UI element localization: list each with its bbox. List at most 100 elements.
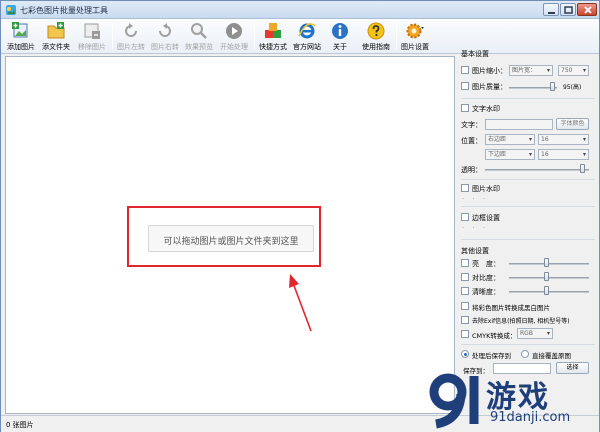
save-after-radio[interactable] bbox=[461, 350, 469, 358]
contrast-checkbox[interactable] bbox=[461, 273, 469, 281]
opacity-slider-track[interactable] bbox=[485, 169, 589, 171]
minimize-button[interactable] bbox=[543, 3, 559, 16]
guide-label: 使用指南 bbox=[362, 43, 390, 51]
text-watermark-checkbox[interactable] bbox=[461, 104, 469, 112]
add-image-label: 添加图片 bbox=[7, 43, 35, 51]
image-watermark-checkbox[interactable] bbox=[461, 184, 469, 192]
add-folder-label: 添文件夹 bbox=[42, 43, 70, 51]
contrast-slider-track[interactable] bbox=[509, 277, 589, 279]
toolbar-separator bbox=[396, 23, 397, 49]
rotate-right-label: 图片右转 bbox=[151, 43, 179, 51]
settings-label: 图片设置 bbox=[401, 43, 429, 51]
quality-checkbox[interactable] bbox=[461, 82, 469, 90]
scale-mode-select[interactable]: 图片宽： bbox=[509, 65, 553, 76]
brightness-slider-thumb[interactable] bbox=[544, 258, 549, 267]
scale-checkbox[interactable] bbox=[461, 66, 469, 74]
image-watermark-collapsed[interactable]: · · · bbox=[462, 195, 488, 203]
shortcut-icon bbox=[265, 23, 281, 38]
position-label: 位置： bbox=[461, 137, 482, 145]
scale-value-spinner[interactable]: 750 bbox=[558, 65, 589, 76]
section-divider bbox=[461, 179, 595, 180]
cmyk-label: CMYK转换成： bbox=[472, 332, 517, 340]
app-window: 七彩色图片批量处理工具 添加图片 添文件夹 移除图片 图片左转 图片右转 效果预… bbox=[0, 0, 600, 432]
remove-image-label: 移除图片 bbox=[78, 43, 106, 51]
text-label: 文字： bbox=[461, 121, 482, 129]
site-url-text: 91danji.com bbox=[490, 410, 571, 425]
vertical-align-select[interactable]: 下边距 bbox=[485, 149, 535, 160]
help-icon bbox=[367, 22, 385, 40]
contrast-label: 对比度： bbox=[472, 274, 500, 282]
scale-label: 图片缩小： bbox=[472, 67, 507, 75]
remove-exif-checkbox[interactable] bbox=[461, 316, 469, 324]
gear-icon bbox=[406, 23, 424, 39]
horizontal-align-select[interactable]: 右边距 bbox=[485, 134, 535, 145]
highlight-annotation-box bbox=[127, 206, 321, 267]
quality-label: 图片质量： bbox=[472, 83, 507, 91]
quality-slider-thumb[interactable] bbox=[549, 82, 555, 91]
play-icon bbox=[226, 23, 242, 39]
brightness-checkbox[interactable] bbox=[461, 259, 469, 267]
toolbar-separator bbox=[112, 23, 113, 49]
cmyk-target-select[interactable]: RGB bbox=[517, 328, 553, 339]
guide-button[interactable]: 使用指南 bbox=[359, 20, 393, 53]
website-button[interactable]: 官方网站 bbox=[291, 20, 323, 53]
shortcut-button[interactable]: 快捷方式 bbox=[257, 20, 289, 53]
contrast-slider-thumb[interactable] bbox=[544, 272, 549, 281]
toolbar-separator bbox=[254, 23, 255, 49]
other-settings-title: 其他设置 bbox=[461, 247, 489, 255]
settings-button[interactable]: 图片设置 bbox=[399, 20, 431, 53]
save-after-label: 处理后保存到 bbox=[472, 352, 511, 360]
about-button[interactable]: 关于 bbox=[325, 20, 355, 53]
maximize-button[interactable] bbox=[560, 3, 576, 16]
site-logo-icon bbox=[429, 373, 479, 429]
grayscale-checkbox[interactable] bbox=[461, 302, 469, 310]
minimize-icon bbox=[548, 12, 555, 14]
brightness-label: 亮 度： bbox=[472, 260, 500, 268]
folder-icon bbox=[47, 22, 65, 39]
preview-label: 效果预览 bbox=[185, 43, 213, 51]
rotate-right-button[interactable]: 图片右转 bbox=[149, 20, 181, 53]
window-title: 七彩色图片批量处理工具 bbox=[20, 6, 108, 15]
section-divider bbox=[461, 98, 595, 99]
about-label: 关于 bbox=[333, 43, 347, 51]
rotate-left-button[interactable]: 图片左转 bbox=[115, 20, 147, 53]
rotate-left-label: 图片左转 bbox=[117, 43, 145, 51]
title-bar: 七彩色图片批量处理工具 bbox=[1, 1, 599, 19]
font-color-button[interactable]: 字体颜色 bbox=[556, 118, 589, 130]
sharpness-slider-thumb[interactable] bbox=[544, 286, 549, 295]
remove-exif-label: 去除Exif信息(拍照日期, 相机型号等) bbox=[472, 318, 570, 325]
border-settings-title: 边框设置 bbox=[472, 214, 500, 222]
cmyk-checkbox[interactable] bbox=[461, 330, 469, 338]
border-settings-collapsed[interactable]: · · · bbox=[462, 224, 488, 232]
add-folder-button[interactable]: 添文件夹 bbox=[39, 20, 73, 53]
sharpness-label: 清晰度： bbox=[472, 288, 500, 296]
text-watermark-title: 文字水印 bbox=[472, 105, 500, 113]
sharpness-checkbox[interactable] bbox=[461, 287, 469, 295]
watermark-text-input[interactable] bbox=[485, 119, 553, 130]
overwrite-label: 直接覆盖原图 bbox=[532, 352, 571, 360]
annotation-arrow-icon bbox=[289, 274, 312, 332]
sharpness-slider-track[interactable] bbox=[509, 291, 589, 293]
border-checkbox[interactable] bbox=[461, 213, 469, 221]
add-image-icon bbox=[12, 22, 28, 38]
opacity-label: 透明： bbox=[461, 166, 482, 174]
vertical-margin-spinner[interactable]: 16 bbox=[538, 149, 589, 160]
brightness-slider-track[interactable] bbox=[509, 263, 589, 265]
grayscale-label: 将彩色图片转换成黑白图片 bbox=[472, 304, 550, 312]
horizontal-margin-spinner[interactable]: 16 bbox=[538, 134, 589, 145]
preview-button[interactable]: 效果预览 bbox=[183, 20, 215, 53]
rotate-right-icon bbox=[159, 23, 171, 37]
close-button[interactable] bbox=[577, 3, 597, 16]
remove-image-icon bbox=[84, 23, 100, 39]
site-watermark: 游戏 91danji.com bbox=[428, 370, 600, 432]
overwrite-radio[interactable] bbox=[521, 350, 529, 358]
rotate-left-icon bbox=[125, 23, 137, 37]
section-divider bbox=[461, 344, 595, 345]
maximize-icon bbox=[564, 6, 573, 14]
start-button[interactable]: 开始处理 bbox=[217, 20, 251, 53]
remove-image-button[interactable]: 移除图片 bbox=[75, 20, 109, 53]
add-image-button[interactable]: 添加图片 bbox=[5, 20, 37, 53]
opacity-slider-thumb[interactable] bbox=[580, 164, 585, 173]
image-count-status: 0 张图片 bbox=[6, 421, 34, 429]
app-icon bbox=[6, 5, 16, 15]
